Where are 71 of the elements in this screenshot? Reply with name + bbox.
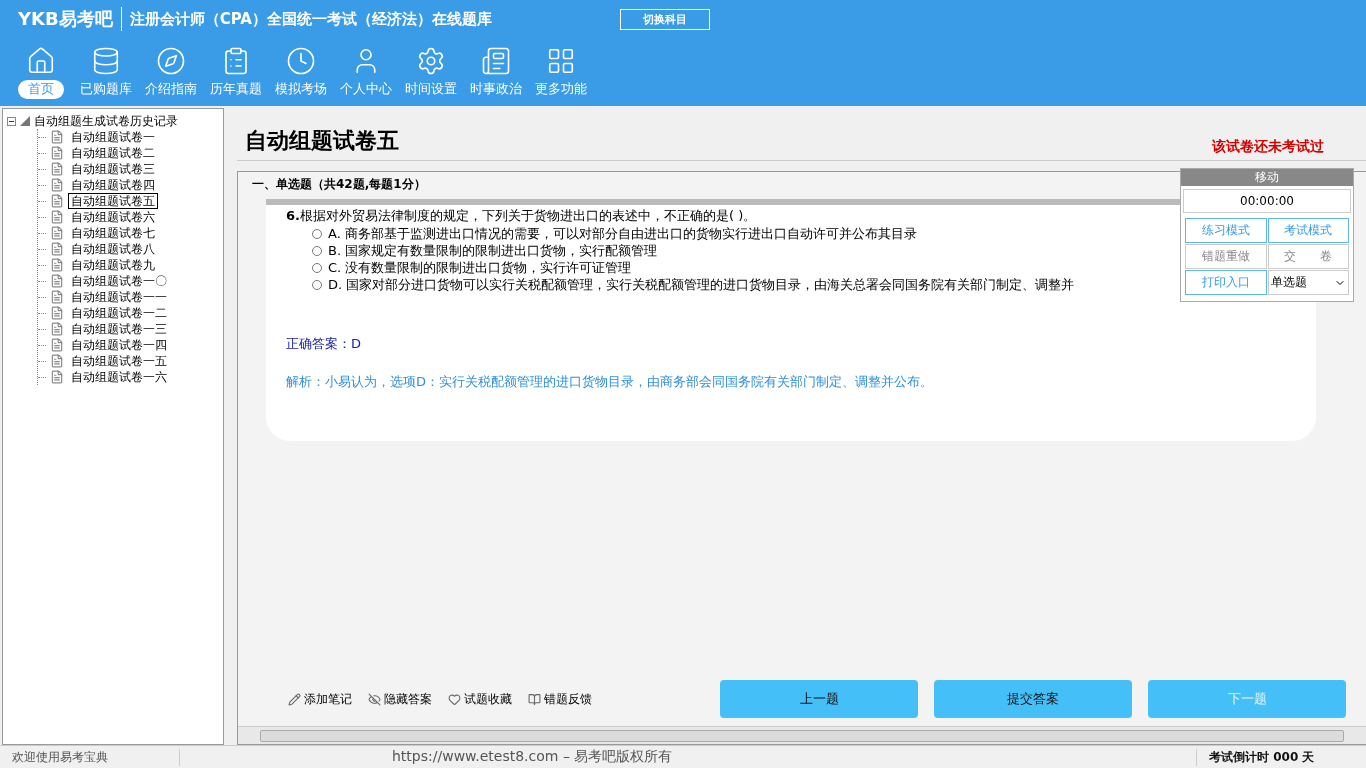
tree-item[interactable]: 自动组题试卷四 — [68, 177, 158, 193]
collapse-icon[interactable] — [7, 116, 16, 126]
document-icon — [50, 210, 64, 224]
paper-title: 自动组题试卷五 — [245, 127, 399, 155]
pencil-icon — [288, 692, 301, 706]
correct-answer: 正确答案：D — [286, 335, 362, 353]
option-text: D. 国家对部分进口货物可以实行关税配额管理，实行关税配额管理的进口货物目录，由海关总署会同国务院有关部门制定、调整并 — [328, 275, 1075, 294]
exam-countdown: 考试倒计时 000 天 — [1196, 748, 1366, 766]
action-link[interactable]: 错题反馈 — [528, 690, 592, 708]
horizontal-scrollbar[interactable] — [238, 726, 1366, 744]
tree-item[interactable]: 自动组题试卷一一 — [68, 289, 170, 305]
tree-item[interactable]: 自动组题试卷五 — [68, 193, 158, 209]
tree-item[interactable]: 自动组题试卷一四 — [68, 337, 170, 353]
document-icon — [50, 290, 64, 304]
tree-item[interactable]: 自动组题试卷一二 — [68, 305, 170, 321]
tree-item[interactable]: 自动组题试卷一 — [68, 129, 158, 145]
app-logo: YKB易考吧 — [18, 7, 122, 31]
document-icon — [50, 162, 64, 176]
tree-item[interactable]: 自动组题试卷六 — [68, 209, 158, 225]
action-link[interactable]: 隐藏答案 — [368, 690, 432, 708]
nav-button[interactable]: 提交答案 — [934, 680, 1132, 718]
compass-icon — [155, 46, 186, 76]
tree-item[interactable]: 自动组题试卷一五 — [68, 353, 170, 369]
option-text: A. 商务部基于监测进出口情况的需要，可以对部分自由进出口的货物实行进出口自动许可并公布其目录 — [328, 224, 917, 243]
document-icon — [50, 194, 64, 208]
radio-button[interactable] — [312, 279, 322, 290]
document-icon — [50, 242, 64, 256]
document-icon — [50, 146, 64, 160]
clock-icon — [285, 46, 316, 76]
document-icon — [50, 370, 64, 384]
type-select[interactable]: 单选题 — [1267, 270, 1349, 295]
document-icon — [50, 178, 64, 192]
tree-item[interactable]: 自动组题试卷一六 — [68, 369, 170, 385]
section-heading: 一、单选题（共42题,每题1分） — [252, 176, 426, 193]
triangle-icon — [20, 116, 30, 126]
document-icon — [50, 354, 64, 368]
document-icon — [50, 338, 64, 352]
eye-off-icon — [368, 692, 381, 706]
document-icon — [50, 130, 64, 144]
tree-root-label[interactable]: 自动组题生成试卷历史记录 — [34, 112, 178, 130]
timer: 00:00:00 — [1183, 189, 1351, 213]
document-icon — [50, 322, 64, 336]
analysis-text: 解析：小易认为，选项D：实行关税配额管理的进口货物目录，由商务部会同国务院有关部门制定、调整并公布。 — [286, 373, 934, 391]
radio-button[interactable] — [312, 228, 322, 239]
panel-move-handle[interactable]: 移动 — [1181, 169, 1353, 186]
tree-item[interactable]: 自动组题试卷九 — [68, 257, 158, 273]
book-icon — [528, 692, 541, 706]
document-icon — [50, 274, 64, 288]
tree-item[interactable]: 自动组题试卷三 — [68, 161, 158, 177]
heart-icon — [448, 692, 461, 706]
radio-button[interactable] — [312, 262, 322, 273]
newspaper-icon — [480, 46, 511, 76]
app-title: 注册会计师（CPA）全国统一考试（经济法）在线题库 — [129, 9, 492, 29]
tree-item[interactable]: 自动组题试卷七 — [68, 225, 158, 241]
tree-item[interactable]: 自动组题试卷一〇 — [68, 273, 170, 289]
option-text: B. 国家规定有数量限制的限制进出口货物，实行配额管理 — [328, 241, 658, 260]
status-copyright: https://www.etest8.com – 易考吧版权所有 — [391, 748, 674, 766]
action-link[interactable]: 试题收藏 — [448, 690, 512, 708]
option-text: C. 没有数量限制的限制进出口货物，实行许可证管理 — [328, 258, 632, 277]
action-link[interactable]: 添加笔记 — [288, 690, 352, 708]
document-icon — [50, 306, 64, 320]
radio-button[interactable] — [312, 245, 322, 256]
status-welcome: 欢迎使用易考宝典 — [0, 748, 180, 766]
document-icon — [50, 258, 64, 272]
document-icon — [50, 226, 64, 240]
paper-status: 该试卷还未考试过 — [1212, 138, 1324, 156]
tree-item[interactable]: 自动组题试卷一三 — [68, 321, 170, 337]
nav-button[interactable]: 上一题 — [720, 680, 918, 718]
tree-item[interactable]: 自动组题试卷八 — [68, 241, 158, 257]
question-text: 6.根据对外贸易法律制度的规定，下列关于货物进出口的表述中，不正确的是( )。 — [286, 207, 758, 225]
tree-item[interactable]: 自动组题试卷二 — [68, 145, 158, 161]
